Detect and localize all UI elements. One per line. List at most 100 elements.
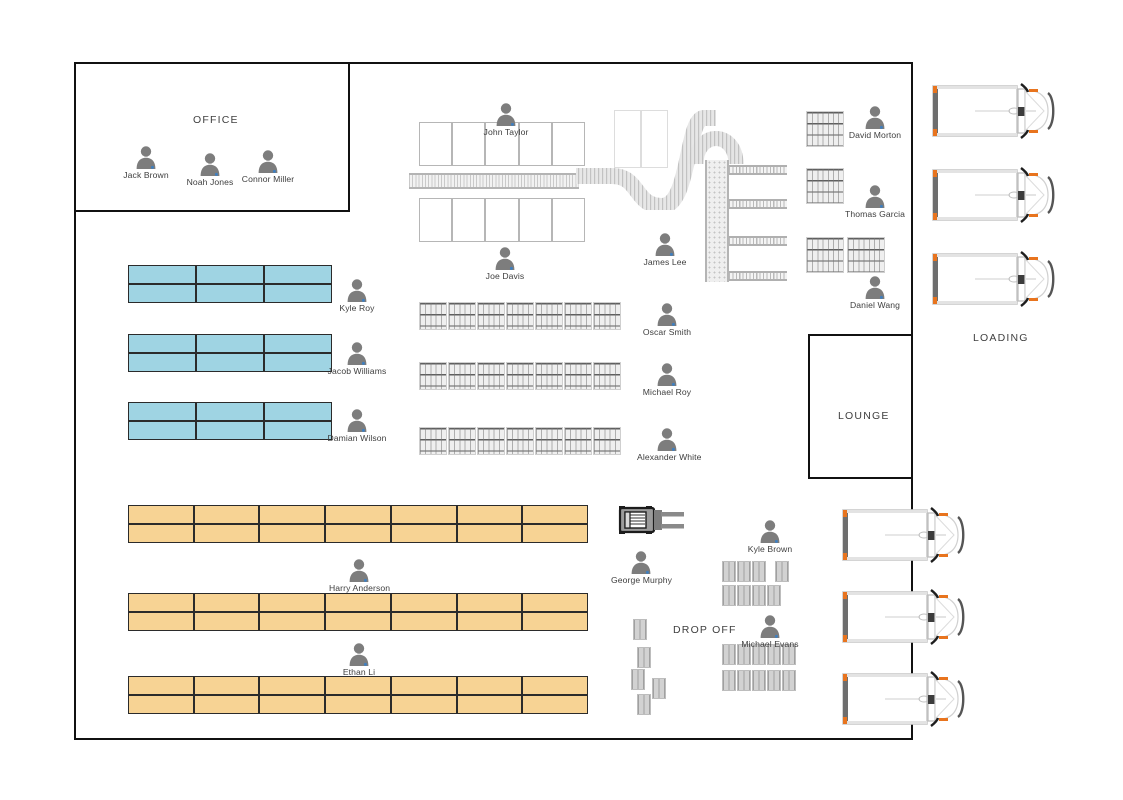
shelf-unit-orange-3[interactable] [128, 676, 588, 714]
pallet-stack[interactable] [419, 362, 447, 390]
crate-box[interactable] [637, 694, 651, 715]
person-marker[interactable]: Kyle Brown [740, 518, 800, 554]
pallet-stack[interactable] [506, 427, 534, 455]
person-marker[interactable]: Alexander White [637, 426, 701, 462]
person-marker[interactable]: Michael Roy [637, 361, 697, 397]
pallet-stack[interactable] [564, 427, 592, 455]
conveyor-vertical-trunk [705, 160, 729, 282]
shelf-cell [325, 505, 391, 524]
truck-truck-6[interactable] [838, 668, 970, 730]
truck-truck-3[interactable] [928, 248, 1060, 310]
person-marker[interactable]: David Morton [845, 104, 905, 140]
shelf-cell [128, 593, 194, 612]
person-marker[interactable]: James Lee [635, 231, 695, 267]
crate-box[interactable] [752, 561, 766, 582]
person-name: Jack Brown [123, 170, 169, 180]
person-marker[interactable]: Daniel Wang [845, 274, 905, 310]
pallet-stack[interactable] [506, 362, 534, 390]
shelf-cell [128, 676, 194, 695]
shelf-cell [128, 334, 196, 353]
truck-truck-5[interactable] [838, 586, 970, 648]
shelf-unit-blue-1[interactable] [128, 265, 332, 303]
crate-box[interactable] [652, 678, 666, 699]
person-marker[interactable]: Jacob Williams [327, 340, 387, 376]
crate-box[interactable] [737, 670, 751, 691]
person-marker[interactable]: Harry Anderson [329, 557, 390, 593]
shelf-cell [456, 593, 523, 612]
crate-box[interactable] [775, 561, 789, 582]
crate-box[interactable] [631, 669, 645, 690]
person-marker[interactable]: Connor Miller [238, 148, 298, 184]
pallet-stack[interactable] [506, 302, 534, 330]
truck-truck-4[interactable] [838, 504, 970, 566]
crate-box[interactable] [752, 585, 766, 606]
person-marker[interactable]: Noah Jones [180, 151, 240, 187]
pallet-stack[interactable] [448, 362, 476, 390]
forklift-icon[interactable] [617, 504, 687, 543]
pallet-stack-pallet-block-1[interactable] [806, 111, 844, 147]
shelf-cell [325, 612, 391, 631]
person-marker[interactable]: Michael Evans [740, 613, 800, 649]
crate-box[interactable] [782, 670, 796, 691]
crate-box[interactable] [722, 644, 736, 665]
pallet-stack[interactable] [419, 302, 447, 330]
shelf-unit-orange-1[interactable] [128, 505, 588, 543]
person-marker[interactable]: George Murphy [611, 549, 673, 585]
pallet-stack[interactable] [593, 362, 621, 390]
crate-box[interactable] [767, 585, 781, 606]
person-marker[interactable]: Damian Wilson [327, 407, 387, 443]
crate-box[interactable] [752, 670, 766, 691]
person-name: George Murphy [611, 575, 673, 585]
shelf-cell [522, 505, 588, 524]
crate-box[interactable] [722, 561, 736, 582]
shelf-cell [522, 676, 588, 695]
conveyor-main-belt [409, 173, 579, 189]
person-marker[interactable]: Thomas Garcia [845, 183, 905, 219]
shelf-unit-blue-2[interactable] [128, 334, 332, 372]
truck-truck-2[interactable] [928, 164, 1060, 226]
pallet-stack[interactable] [448, 302, 476, 330]
crate-box[interactable] [633, 619, 647, 640]
pallet-stack[interactable] [419, 427, 447, 455]
crate-box[interactable] [767, 670, 781, 691]
shelf-unit-orange-2[interactable] [128, 593, 588, 631]
person-name: Damian Wilson [327, 433, 387, 443]
pallet-stack[interactable] [593, 302, 621, 330]
person-marker[interactable]: John Taylor [476, 101, 536, 137]
pallet-stack[interactable] [448, 427, 476, 455]
person-icon [476, 101, 536, 127]
person-marker[interactable]: Kyle Roy [327, 277, 387, 313]
person-marker[interactable]: Oscar Smith [637, 301, 697, 337]
pallet-stack[interactable] [564, 362, 592, 390]
person-marker[interactable]: Joe Davis [475, 245, 535, 281]
person-marker[interactable]: Jack Brown [116, 144, 176, 180]
pallet-stack[interactable] [593, 427, 621, 455]
person-marker[interactable]: Ethan Li [329, 641, 389, 677]
pallet-stack[interactable] [477, 302, 505, 330]
pallet-stack[interactable] [535, 362, 563, 390]
shelf-cell [390, 695, 457, 714]
shelf-cell [390, 593, 457, 612]
conveyor-branch [729, 199, 787, 209]
storage-rack-rack-bottom[interactable] [419, 198, 585, 242]
pallet-stack[interactable] [535, 427, 563, 455]
crate-box[interactable] [722, 670, 736, 691]
shelf-cell [259, 524, 326, 543]
shelf-unit-blue-3[interactable] [128, 402, 332, 440]
pallet-stack[interactable] [535, 302, 563, 330]
person-icon [845, 183, 905, 209]
pallet-stack[interactable] [564, 302, 592, 330]
crate-box[interactable] [722, 585, 736, 606]
person-icon [635, 231, 695, 257]
pallet-stack-pallet-block-2[interactable] [806, 168, 844, 204]
shelf-cell [522, 524, 588, 543]
pallet-stack-pallet-block-3[interactable] [806, 237, 844, 273]
crate-box[interactable] [637, 647, 651, 668]
pallet-stack[interactable] [477, 362, 505, 390]
crate-box[interactable] [737, 561, 751, 582]
crate-box[interactable] [737, 585, 751, 606]
truck-truck-1[interactable] [928, 80, 1060, 142]
pallet-stack-pallet-block-4[interactable] [847, 237, 885, 273]
pallet-stack[interactable] [477, 427, 505, 455]
person-name: Ethan Li [342, 667, 376, 677]
